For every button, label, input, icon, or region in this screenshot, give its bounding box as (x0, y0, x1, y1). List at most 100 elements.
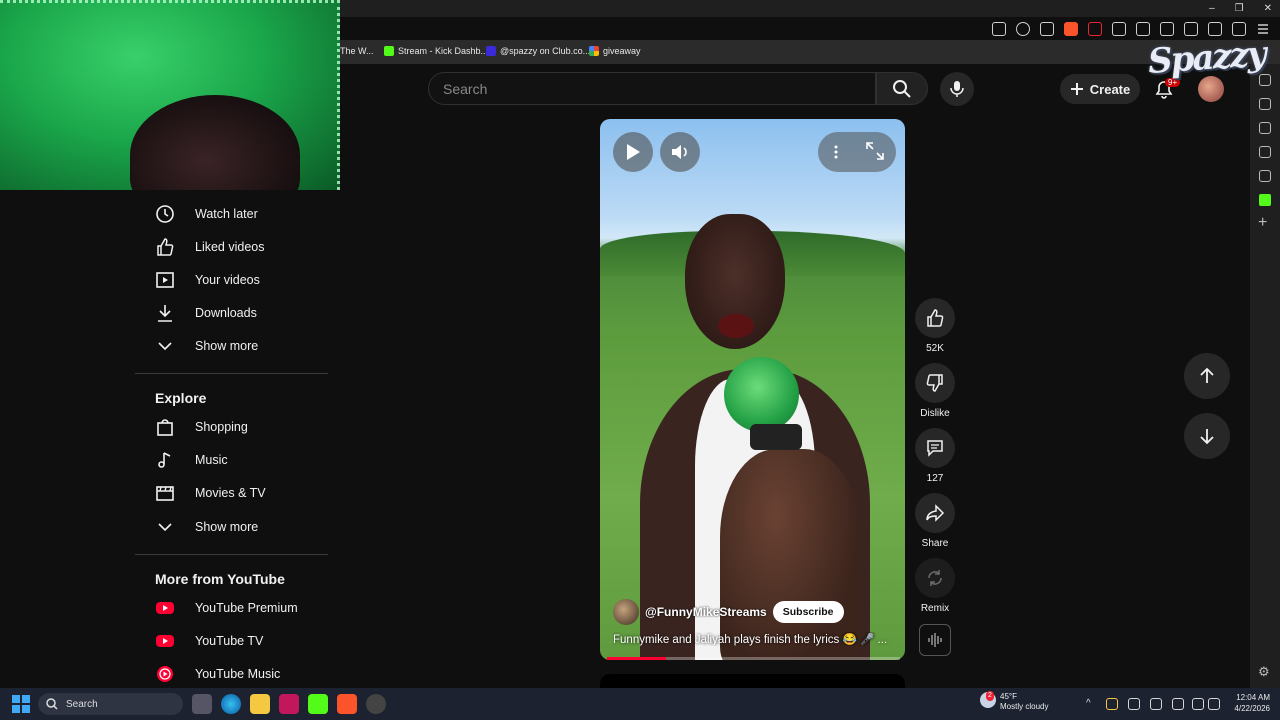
share-label: Share (921, 538, 949, 549)
maximize-icon[interactable]: ❐ (1235, 3, 1244, 14)
more-options-button[interactable] (826, 140, 846, 164)
expand-icon (866, 142, 884, 160)
close-icon[interactable]: ✕ (1264, 3, 1272, 14)
browser-toolbar-icons (992, 20, 1270, 38)
plus-icon (1070, 83, 1083, 95)
wallet-icon[interactable] (1184, 22, 1198, 36)
video-caption[interactable]: Funnymike and Jaliyah plays finish the l… (613, 632, 898, 646)
volume-button[interactable] (660, 132, 700, 172)
taskbar-search[interactable]: Search (38, 693, 183, 715)
google-icon (589, 46, 599, 56)
clock-icon (155, 204, 175, 224)
share-arrow-icon (926, 504, 945, 522)
video-hand (720, 449, 860, 660)
fullscreen-button[interactable] (865, 141, 887, 163)
bookmark-item[interactable]: Stream - Kick Dashb... (384, 46, 488, 56)
history-icon[interactable] (1259, 122, 1271, 134)
thumb-up-icon (927, 309, 944, 327)
thumb-up-icon (155, 237, 175, 257)
leo-icon[interactable] (1208, 22, 1222, 36)
sidebar-item-your-videos[interactable]: Your videos (135, 264, 330, 296)
sidebar-item-liked-videos[interactable]: Liked videos (135, 231, 330, 263)
search-button[interactable] (876, 72, 928, 105)
notes-icon[interactable] (1259, 146, 1271, 158)
kick-panel-icon[interactable] (1259, 194, 1271, 206)
zoom-icon[interactable] (1016, 22, 1030, 36)
comments-button[interactable] (915, 428, 955, 468)
bookmark-item[interactable]: @spazzy on Club.co... (486, 46, 590, 56)
sidebar-item-downloads[interactable]: Downloads (135, 297, 330, 329)
dislike-button[interactable] (915, 363, 955, 403)
norton-tray-icon[interactable] (1106, 698, 1118, 710)
channel-avatar[interactable] (613, 599, 639, 625)
section-title-more-from-youtube: More from YouTube (155, 571, 285, 587)
settings-gear-icon[interactable]: ⚙ (1258, 664, 1270, 680)
stream-watermark-logo: Spazzy (1146, 33, 1266, 83)
network-icon[interactable] (1192, 698, 1204, 710)
tray-app-icon[interactable] (1128, 698, 1140, 710)
tray-chevron-icon[interactable]: ^ (1086, 698, 1098, 710)
obs-icon[interactable] (366, 694, 386, 714)
weather-description: Mostly cloudy (1000, 702, 1049, 711)
system-clock[interactable]: 12:04 AM 4/22/2026 (1222, 692, 1270, 714)
play-icon (627, 144, 640, 160)
video-progress-bar[interactable] (607, 657, 900, 660)
sidebar-toggle-icon[interactable] (1160, 22, 1174, 36)
subscribe-button[interactable]: Subscribe (772, 601, 844, 623)
sidebar-item-show-more-explore[interactable]: Show more (135, 511, 330, 543)
edge-browser-icon[interactable] (221, 694, 241, 714)
weather-temperature: 45°F (1000, 692, 1017, 701)
shopping-bag-icon (155, 417, 175, 437)
brave-shield-icon[interactable] (1064, 22, 1078, 36)
chevron-down-icon (155, 517, 175, 537)
play-button[interactable] (613, 132, 653, 172)
file-explorer-icon[interactable] (250, 694, 270, 714)
create-button[interactable]: Create (1060, 74, 1140, 104)
sidebar-item-movies-tv[interactable]: Movies & TV (135, 477, 330, 509)
extensions-icon[interactable] (1112, 22, 1126, 36)
original-sound-button[interactable] (919, 624, 951, 656)
adobe-app-icon[interactable] (279, 694, 299, 714)
volume-tray-icon[interactable] (1208, 698, 1220, 710)
windows-start-button[interactable] (12, 695, 30, 713)
kick-app-icon[interactable] (308, 694, 328, 714)
sidebar-item-watch-later[interactable]: Watch later (135, 198, 330, 230)
sidebar-item-music[interactable]: Music (135, 444, 330, 476)
sidebar-item-shopping[interactable]: Shopping (135, 411, 330, 443)
search-input[interactable]: Search (428, 72, 876, 105)
weather-badge: 2 (986, 691, 994, 701)
next-short-button[interactable] (1184, 413, 1230, 459)
wallet-panel-icon[interactable] (1259, 170, 1271, 182)
short-video-player[interactable] (600, 119, 905, 660)
minimize-icon[interactable]: – (1209, 3, 1215, 14)
cloud-sync-icon[interactable] (1150, 698, 1162, 710)
channel-name[interactable]: @FunnyMikeStreams (645, 605, 767, 619)
sidebar-item-show-more[interactable]: Show more (135, 330, 330, 362)
like-button[interactable] (915, 298, 955, 338)
bookmark-panel-icon[interactable] (1259, 74, 1271, 86)
voice-search-button[interactable] (940, 72, 974, 106)
video-progress-fill (607, 657, 666, 660)
arrow-up-icon (1200, 367, 1214, 383)
bookmark-item[interactable]: The W... (340, 46, 374, 56)
add-panel-icon[interactable]: + (1258, 214, 1267, 232)
task-view-icon[interactable] (192, 694, 212, 714)
sidebar-item-youtube-music[interactable]: YouTube Music (135, 658, 330, 690)
cast-icon[interactable] (992, 22, 1006, 36)
reading-list-icon[interactable] (1259, 98, 1271, 110)
weather-widget[interactable]: 2 45°F Mostly cloudy (980, 691, 1049, 712)
share-icon[interactable] (1040, 22, 1054, 36)
remix-button[interactable] (915, 558, 955, 598)
vpn-icon[interactable] (1232, 22, 1246, 36)
brave-browser-icon[interactable] (337, 694, 357, 714)
sidebar-item-youtube-premium[interactable]: YouTube Premium (135, 592, 330, 624)
bookmark-item[interactable]: giveaway (589, 46, 641, 56)
sidebar-item-youtube-tv[interactable]: YouTube TV (135, 625, 330, 657)
media-icon[interactable] (1136, 22, 1150, 36)
previous-short-button[interactable] (1184, 353, 1230, 399)
brave-rewards-icon[interactable] (1088, 22, 1102, 36)
share-button[interactable] (915, 493, 955, 533)
mic-tray-icon[interactable] (1172, 698, 1184, 710)
account-avatar[interactable] (1198, 76, 1224, 102)
microphone-icon (950, 81, 964, 97)
